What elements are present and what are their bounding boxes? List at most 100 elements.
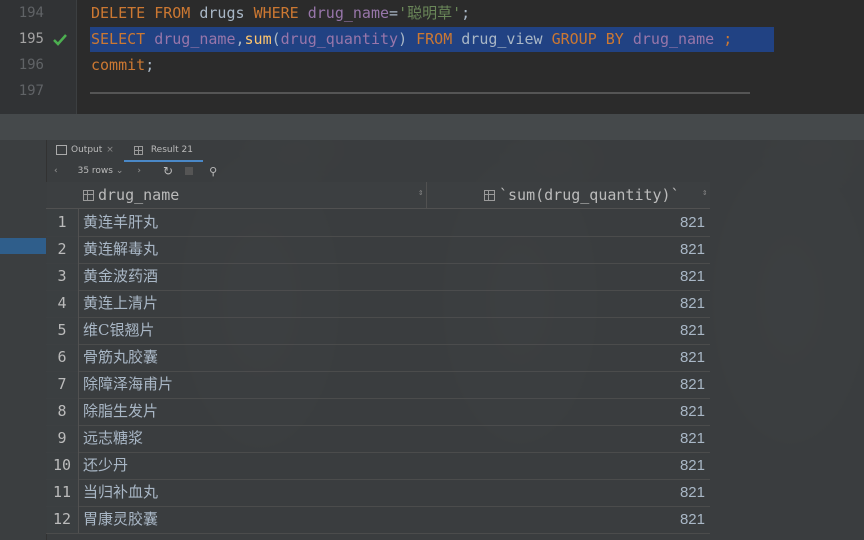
code-token: ; [461, 4, 471, 22]
result-tabs: Output × Result 21 [46, 140, 203, 162]
line-number: 194 [18, 5, 44, 21]
cell-drug-name[interactable]: 骨筋丸胶囊 [83, 344, 158, 371]
sort-icon[interactable]: ⇕ [418, 188, 423, 198]
grid-header: drug_name ⇕ `sum(drug_quantity)` ⇕ [46, 182, 710, 209]
code-line[interactable]: 194 DELETE FROM drugs WHERE drug_name='聪明… [0, 0, 864, 26]
cell-sum-quantity[interactable]: 821 [680, 425, 705, 452]
cell-sum-quantity[interactable]: 821 [680, 506, 705, 533]
cell-sum-quantity[interactable]: 821 [680, 398, 705, 425]
code-token: drug_name [154, 30, 236, 48]
table-icon [83, 189, 94, 201]
cell-drug-name[interactable]: 维C银翘片 [83, 317, 154, 344]
output-icon [56, 145, 67, 155]
tool-window-header [0, 114, 864, 140]
code-token: , [235, 30, 245, 48]
code-token: WHERE [253, 4, 308, 22]
table-row[interactable]: 6 骨筋丸胶囊 821 [46, 344, 710, 372]
cell-drug-name[interactable]: 黄连上清片 [83, 290, 158, 317]
code-line[interactable]: 197 [0, 78, 864, 104]
editor-divider [90, 92, 750, 94]
cell-drug-name[interactable]: 当归补血丸 [83, 479, 158, 506]
chevron-right-icon[interactable]: › [137, 166, 141, 176]
column-header-drug-name[interactable]: drug_name [83, 182, 423, 208]
code-text: commit; [91, 52, 154, 78]
tab-result[interactable]: Result 21 [123, 140, 203, 162]
row-number: 11 [46, 479, 79, 506]
cell-sum-quantity[interactable]: 821 [680, 452, 705, 479]
code-token: drug_quantity [280, 30, 399, 48]
code-token: ( [271, 30, 281, 48]
code-token: sum [244, 30, 272, 48]
table-icon [133, 145, 143, 155]
services-tree-panel[interactable] [0, 140, 47, 540]
code-token: '聪明草' [398, 4, 462, 22]
tab-output[interactable]: Output × [46, 140, 124, 160]
code-token: drugs [199, 4, 254, 22]
line-number: 197 [18, 83, 44, 99]
table-row[interactable]: 3 黄金波药酒 821 [46, 263, 710, 291]
code-line[interactable]: 196 commit; [0, 52, 864, 78]
column-header-label: drug_name [98, 186, 180, 204]
cell-drug-name[interactable]: 黄金波药酒 [83, 263, 158, 290]
row-number: 5 [46, 317, 79, 344]
code-line[interactable]: 195 SELECT drug_name,sum(drug_quantity) F… [0, 26, 864, 52]
pin-icon[interactable]: ⚲ [209, 165, 217, 178]
column-separator[interactable] [426, 182, 427, 208]
cell-sum-quantity[interactable]: 821 [680, 263, 705, 290]
stop-icon[interactable] [185, 167, 194, 175]
cell-drug-name[interactable]: 除脂生发片 [83, 398, 158, 425]
code-token: commit [91, 56, 146, 74]
code-token: = [389, 4, 399, 22]
code-token: ; [145, 56, 155, 74]
cell-drug-name[interactable]: 还少丹 [83, 452, 128, 479]
cell-sum-quantity[interactable]: 821 [680, 479, 705, 506]
code-token: drug_name [632, 30, 724, 48]
table-row[interactable]: 5 维C银翘片 821 [46, 317, 710, 345]
code-token: drug_view [461, 30, 552, 48]
row-number: 7 [46, 371, 79, 398]
chevron-down-icon: ⌄ [115, 166, 124, 176]
table-row[interactable]: 12 胃康灵胶囊 821 [46, 506, 710, 534]
close-icon[interactable]: × [106, 145, 114, 155]
line-number: 196 [18, 57, 44, 73]
sort-icon[interactable]: ⇕ [702, 188, 707, 198]
row-number: 9 [46, 425, 79, 452]
cell-drug-name[interactable]: 胃康灵胶囊 [83, 506, 158, 533]
code-text: DELETE FROM drugs WHERE drug_name='聪明草'; [91, 0, 470, 26]
cell-sum-quantity[interactable]: 821 [680, 317, 705, 344]
code-token: ; [723, 30, 733, 48]
selected-tree-item[interactable] [0, 238, 46, 254]
code-token: DELETE [91, 4, 155, 22]
cell-drug-name[interactable]: 除障泽海甫片 [83, 371, 173, 398]
cell-sum-quantity[interactable]: 821 [680, 209, 705, 236]
rows-count-dropdown[interactable]: 35 rows ⌄ [78, 166, 124, 176]
code-token: SELECT [91, 30, 155, 48]
table-row[interactable]: 8 除脂生发片 821 [46, 398, 710, 426]
sql-editor[interactable]: 194 DELETE FROM drugs WHERE drug_name='聪明… [0, 0, 864, 114]
services-tool-window: Output × Result 21 ‹ 35 rows ⌄ › ↻ ⚲ dru… [0, 114, 864, 540]
table-row[interactable]: 4 黄连上清片 821 [46, 290, 710, 318]
cell-sum-quantity[interactable]: 821 [680, 290, 705, 317]
chevron-left-icon[interactable]: ‹ [54, 166, 58, 176]
code-token: GROUP BY [551, 30, 633, 48]
cell-sum-quantity[interactable]: 821 [680, 236, 705, 263]
row-number: 2 [46, 236, 79, 263]
check-icon [53, 34, 67, 46]
code-token: FROM [154, 4, 200, 22]
table-row[interactable]: 1 黄连羊肝丸 821 [46, 209, 710, 237]
row-number: 3 [46, 263, 79, 290]
table-row[interactable]: 10 还少丹 821 [46, 452, 710, 480]
column-header-sum-quantity[interactable]: `sum(drug_quantity)` [484, 182, 706, 208]
table-row[interactable]: 7 除障泽海甫片 821 [46, 371, 710, 399]
cell-drug-name[interactable]: 远志糖浆 [83, 425, 143, 452]
row-number: 10 [46, 452, 79, 479]
cell-sum-quantity[interactable]: 821 [680, 371, 705, 398]
table-row[interactable]: 2 黄连解毒丸 821 [46, 236, 710, 264]
code-token: FROM [416, 30, 462, 48]
refresh-icon[interactable]: ↻ [163, 164, 173, 178]
cell-drug-name[interactable]: 黄连羊肝丸 [83, 209, 158, 236]
table-row[interactable]: 11 当归补血丸 821 [46, 479, 710, 507]
cell-drug-name[interactable]: 黄连解毒丸 [83, 236, 158, 263]
cell-sum-quantity[interactable]: 821 [680, 344, 705, 371]
table-row[interactable]: 9 远志糖浆 821 [46, 425, 710, 453]
